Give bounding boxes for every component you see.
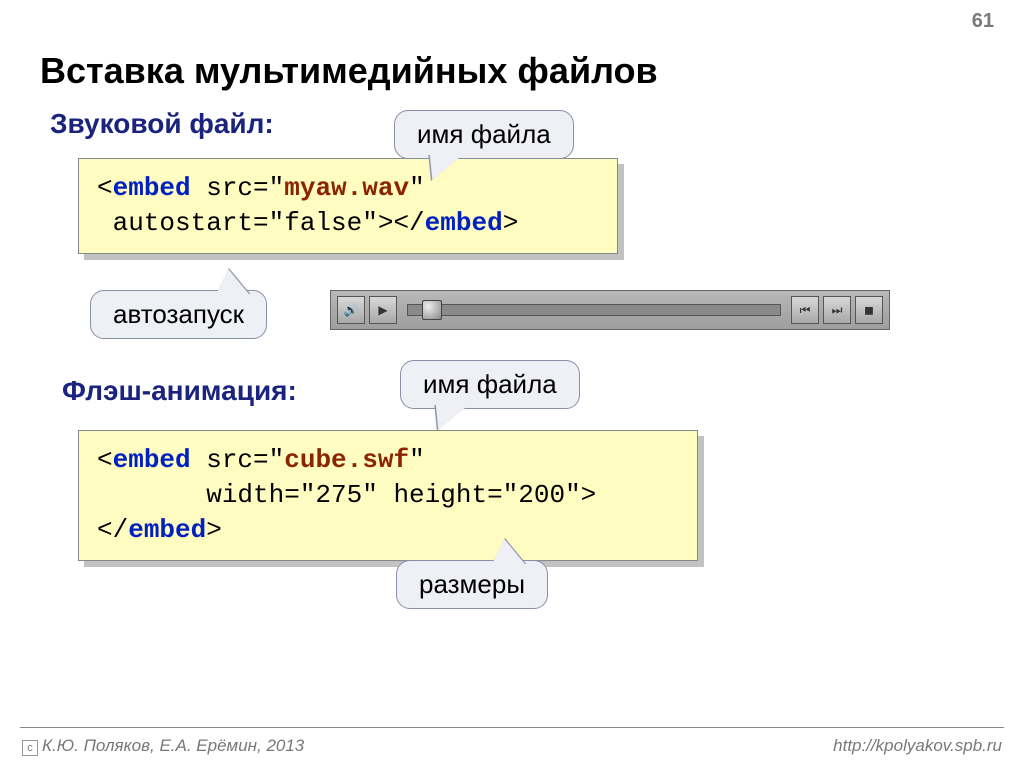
- callout-size: размеры: [396, 560, 548, 609]
- play-icon: ▶: [378, 303, 387, 317]
- code-text: </: [393, 208, 424, 238]
- stop-icon: ◼: [864, 303, 874, 317]
- code-filename: cube.swf: [284, 445, 409, 475]
- callout-autostart: автозапуск: [90, 290, 267, 339]
- callout-tail: [206, 269, 249, 295]
- code-text: <: [97, 173, 113, 203]
- code-content: <embed src="myaw.wav" autostart="false">…: [78, 158, 618, 254]
- callout-label: автозапуск: [113, 299, 244, 329]
- prev-button[interactable]: ⏮: [791, 296, 819, 324]
- callout-filename-2: имя файла: [400, 360, 580, 409]
- code-text: src=": [191, 445, 285, 475]
- code-tag: embed: [128, 515, 206, 545]
- footer-divider: [20, 727, 1004, 728]
- media-player[interactable]: 🔊 ▶ ⏮ ⏭ ◼: [330, 290, 890, 330]
- code-content: <embed src="cube.swf" width="275" height…: [78, 430, 698, 561]
- section-heading-audio: Звуковой файл:: [50, 108, 274, 140]
- page-number: 61: [972, 10, 994, 33]
- code-text: <: [97, 445, 113, 475]
- copyright-icon: c: [22, 740, 38, 756]
- next-icon: ⏭: [832, 303, 843, 318]
- callout-label: размеры: [419, 569, 525, 599]
- code-block-audio: <embed src="myaw.wav" autostart="false">…: [78, 158, 618, 254]
- next-button[interactable]: ⏭: [823, 296, 851, 324]
- callout-filename-1: имя файла: [394, 110, 574, 159]
- play-button[interactable]: ▶: [369, 296, 397, 324]
- code-text: src=": [191, 173, 285, 203]
- code-tag: embed: [425, 208, 503, 238]
- code-tag: embed: [113, 173, 191, 203]
- code-filename: myaw.wav: [284, 173, 409, 203]
- code-tag: embed: [113, 445, 191, 475]
- slide-title: Вставка мультимедийных файлов: [40, 50, 658, 92]
- footer-url: http://kpolyakov.spb.ru: [833, 736, 1002, 756]
- callout-label: имя файла: [417, 119, 551, 149]
- section-heading-flash: Флэш-анимация:: [62, 375, 297, 407]
- code-text: >: [503, 208, 519, 238]
- code-text: >: [206, 515, 222, 545]
- sound-button[interactable]: 🔊: [337, 296, 365, 324]
- seek-track[interactable]: [407, 304, 781, 316]
- footer-author: cК.Ю. Поляков, Е.А. Ерёмин, 2013: [22, 736, 304, 756]
- seek-knob[interactable]: [422, 300, 442, 320]
- speaker-icon: 🔊: [344, 303, 359, 317]
- callout-tail: [426, 404, 469, 430]
- footer-author-text: К.Ю. Поляков, Е.А. Ерёмин, 2013: [42, 736, 304, 755]
- stop-button[interactable]: ◼: [855, 296, 883, 324]
- code-block-flash: <embed src="cube.swf" width="275" height…: [78, 430, 698, 561]
- callout-label: имя файла: [423, 369, 557, 399]
- code-text: </: [97, 515, 128, 545]
- prev-icon: ⏮: [800, 303, 811, 318]
